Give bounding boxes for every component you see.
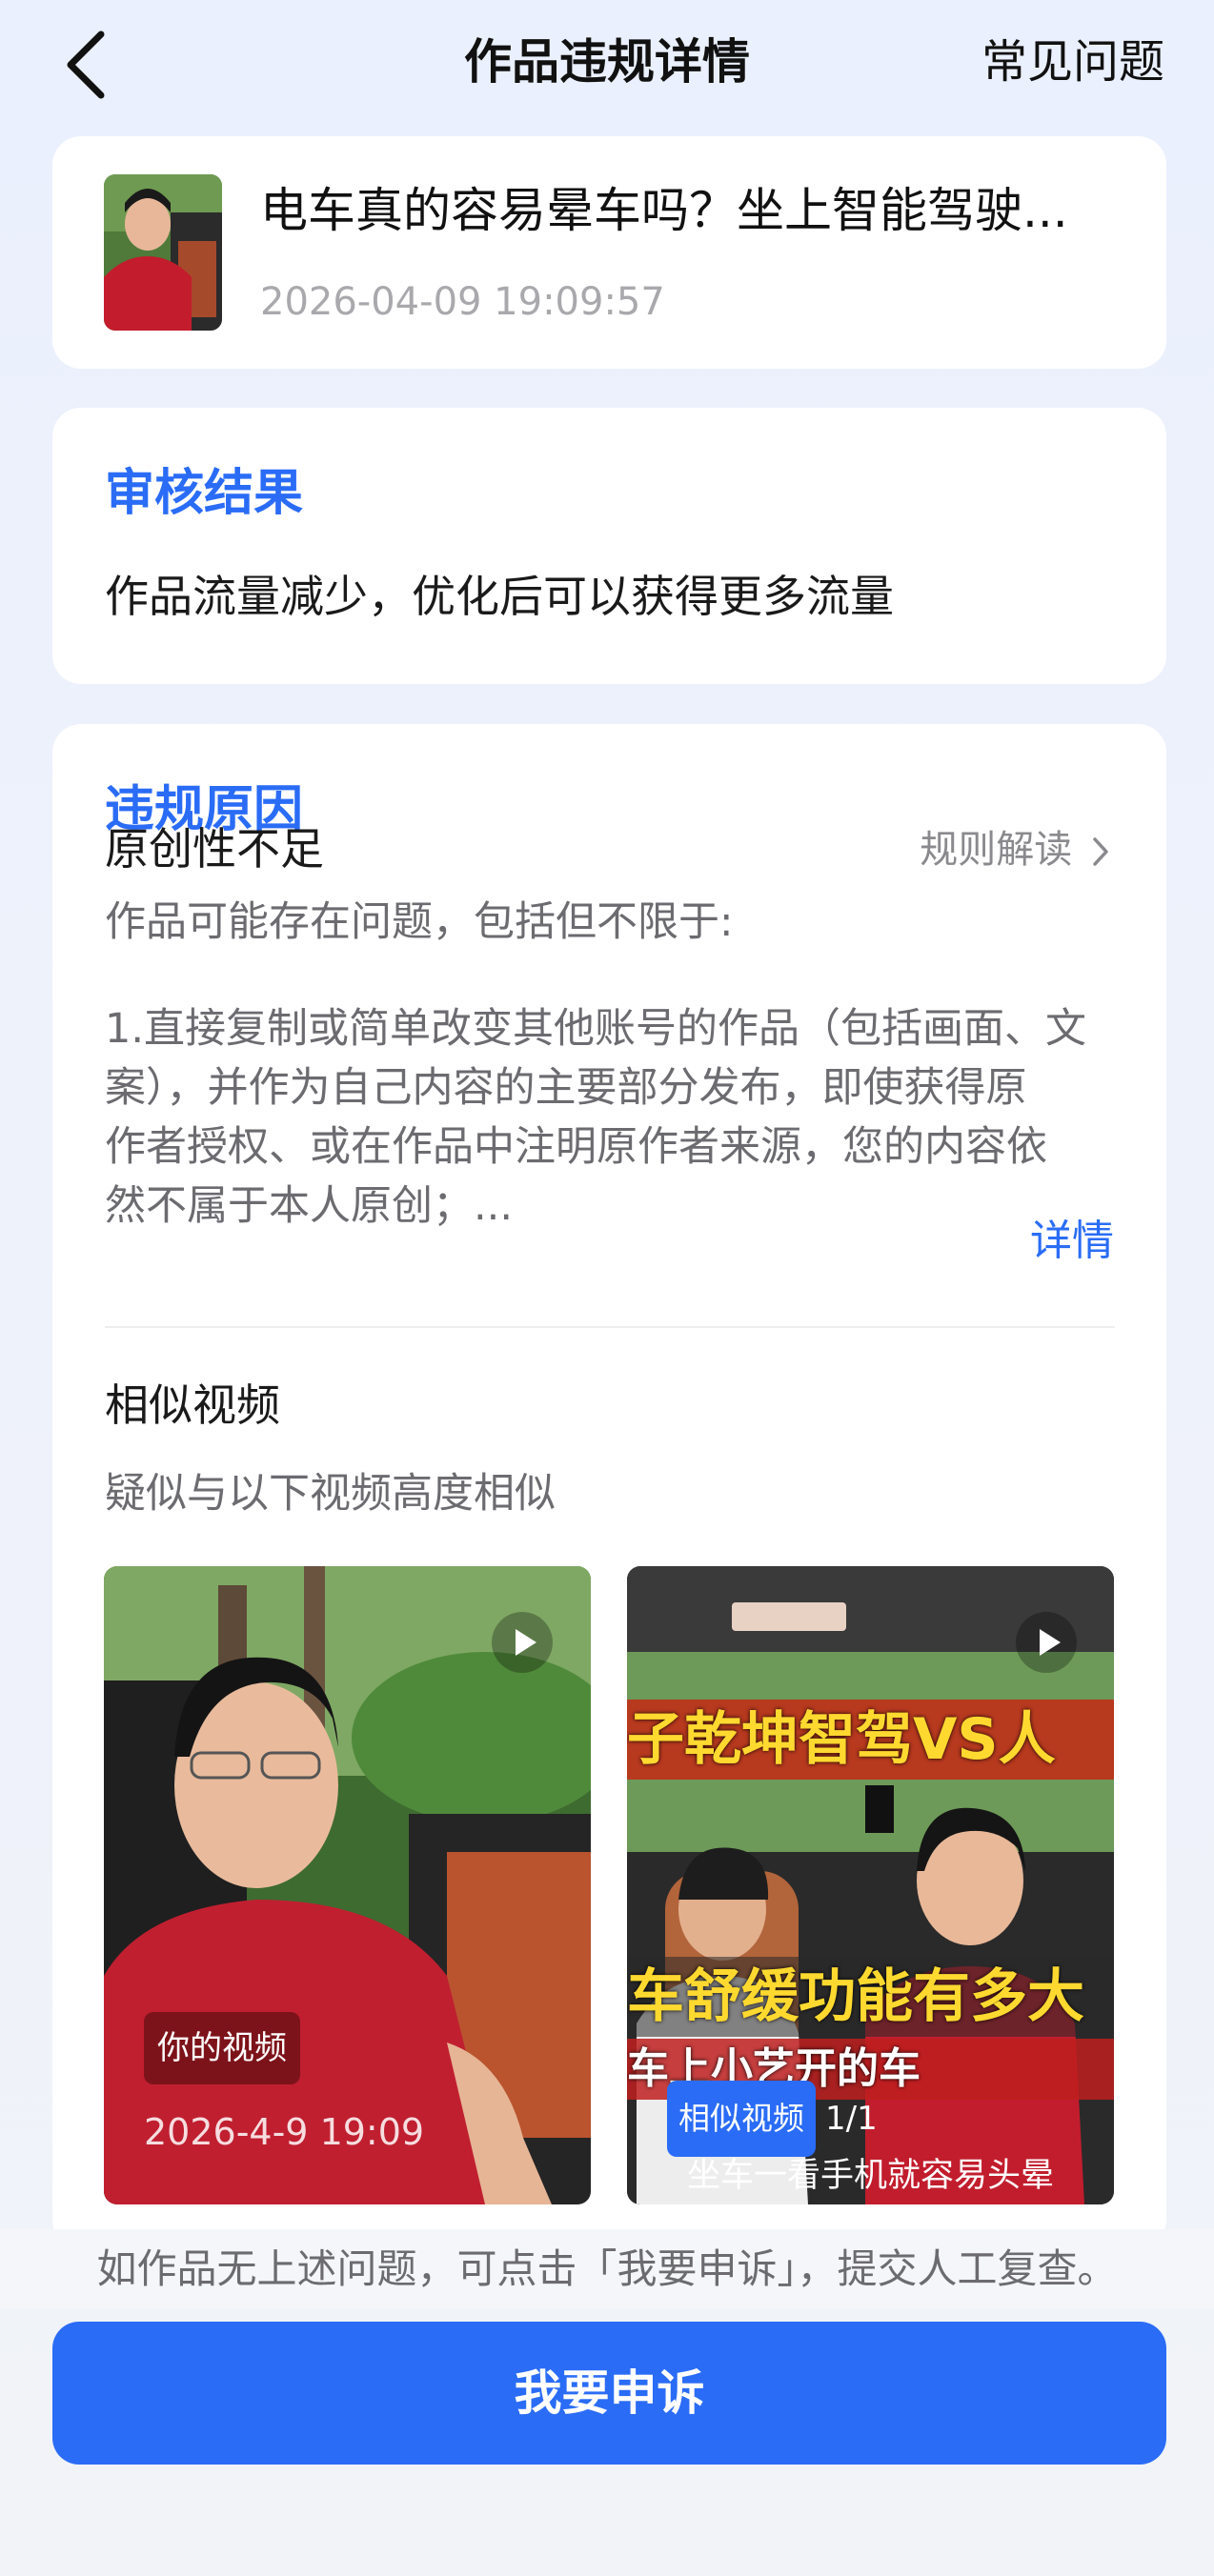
violation-description-line: 作者授权、或在作品中注明原作者来源，您的内容依	[105, 1123, 1047, 1171]
video-title: 电车真的容易晕车吗？坐上智能驾驶...	[260, 183, 1068, 238]
appeal-hint: 如作品无上述问题，可点击「我要申诉」，提交人工复查。	[0, 2229, 1214, 2309]
review-result-text: 作品流量减少，优化后可以获得更多流量	[105, 571, 894, 622]
violation-description-line: 然不属于本人原创；...	[105, 1182, 514, 1230]
similar-videos-heading: 相似视频	[105, 1379, 280, 1431]
play-icon	[492, 1612, 553, 1673]
similar-video-thumbnail[interactable]: 子乾坤智驾VS人 车舒缓功能有多大 车上小艺开的车 相似视频 1/1 坐车一看手…	[627, 1566, 1114, 2204]
detail-link[interactable]: 详情	[1030, 1213, 1114, 1270]
review-result-heading: 审核结果	[105, 465, 304, 522]
similar-video-caption: 坐车一看手机就容易头晕	[686, 2157, 1054, 2195]
violation-description-line: 1.直接复制或简单改变其他账号的作品（包括画面、文	[105, 1005, 1087, 1053]
violation-intro: 作品可能存在问题，包括但不限于:	[105, 898, 734, 946]
faq-link[interactable]: 常见问题	[981, 32, 1164, 91]
video-thumbnail	[104, 174, 222, 331]
video-publish-time: 2026-04-09 19:09:57	[260, 280, 665, 324]
your-video-time: 2026-4-9 19:09	[144, 2111, 425, 2153]
divider	[105, 1326, 1115, 1328]
rule-interpretation-label: 规则解读	[920, 828, 1073, 872]
top-bar: 作品违规详情 常见问题	[0, 0, 1214, 124]
violation-reason-card: 违规原因 原创性不足 规则解读 作品可能存在问题，包括但不限于: 1.直接复制或…	[52, 724, 1166, 2248]
rule-interpretation-link[interactable]: 规则解读	[920, 821, 1111, 878]
violation-description-line: 案），并作为自己内容的主要部分发布，即使获得原	[105, 1064, 1027, 1112]
chevron-right-icon	[1093, 837, 1108, 866]
appeal-button[interactable]: 我要申诉	[52, 2322, 1166, 2465]
similar-videos-subtitle: 疑似与以下视频高度相似	[105, 1470, 556, 1518]
review-result-card: 审核结果 作品流量减少，优化后可以获得更多流量	[52, 408, 1166, 684]
your-video-thumbnail[interactable]: 你的视频 2026-4-9 19:09	[104, 1566, 591, 2204]
video-overlay-text: 子乾坤智驾VS人	[627, 1700, 1114, 1780]
similar-video-tag: 相似视频	[667, 2081, 816, 2157]
video-info-card[interactable]: 电车真的容易晕车吗？坐上智能驾驶... 2026-04-09 19:09:57	[52, 136, 1166, 369]
play-icon	[1016, 1612, 1077, 1673]
violation-reason-name: 原创性不足	[105, 823, 324, 875]
video-overlay-text: 车舒缓功能有多大	[627, 1957, 1114, 2037]
your-video-tag: 你的视频	[144, 2012, 300, 2084]
similar-video-count: 1/1	[825, 2100, 878, 2138]
